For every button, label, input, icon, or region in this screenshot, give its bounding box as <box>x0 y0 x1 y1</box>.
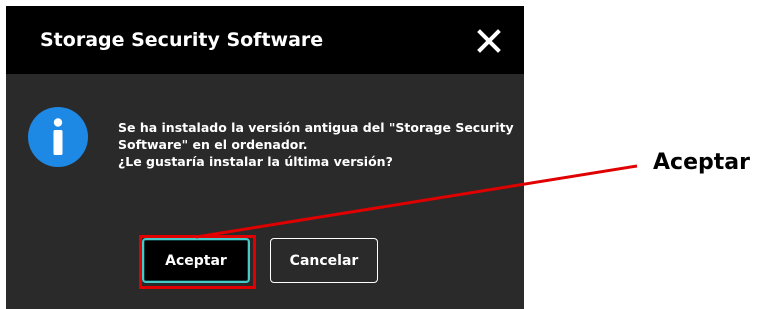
dialog-message: Se ha instalado la versión antigua del "… <box>118 119 518 170</box>
screenshot-canvas: Storage Security Software Se ha instalad… <box>0 0 771 309</box>
dialog-title: Storage Security Software <box>40 29 324 51</box>
install-dialog: Storage Security Software Se ha instalad… <box>6 6 524 309</box>
callout-label: Aceptar <box>653 150 750 175</box>
accept-button[interactable]: Aceptar <box>142 238 250 283</box>
message-line: ¿Le gustaría instalar la última versión? <box>118 154 393 169</box>
message-line: Software" en el ordenador. <box>118 137 308 152</box>
info-icon <box>28 107 88 167</box>
close-icon[interactable] <box>474 26 504 56</box>
cancel-button[interactable]: Cancelar <box>270 238 378 283</box>
dialog-titlebar: Storage Security Software <box>6 6 524 74</box>
message-line: Se ha instalado la versión antigua del "… <box>118 120 514 135</box>
